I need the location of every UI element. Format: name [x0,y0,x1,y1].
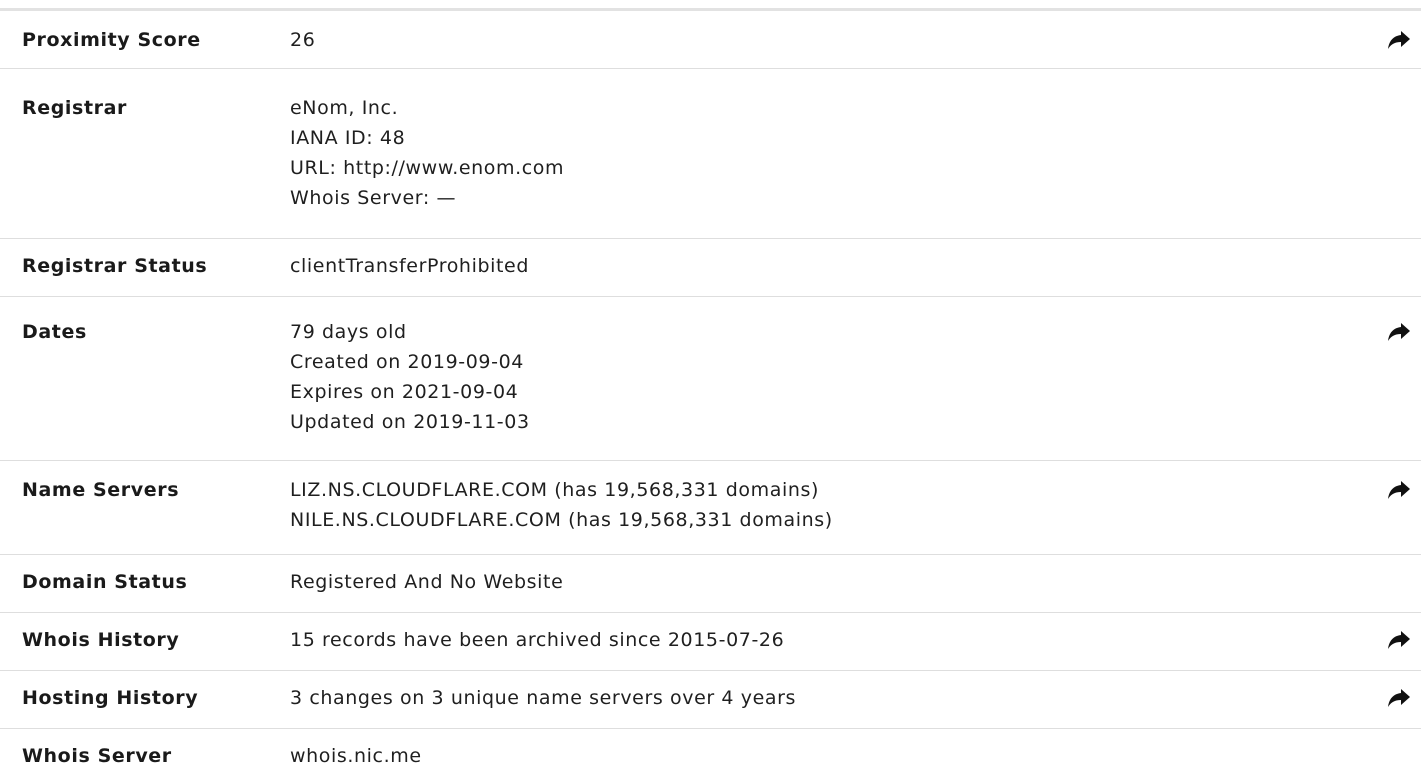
table-row-whois-history: Whois History 15 records have been archi… [0,613,1421,671]
value-line: 3 changes on 3 unique name servers over … [290,687,797,709]
table-row-domain-status: Domain Status Registered And No Website [0,555,1421,613]
value-line: 79 days old [290,321,407,343]
table-row-proximity-score: Proximity Score 26 [0,11,1421,69]
share-arrow-icon [1388,323,1410,341]
table-row-registrar-status: Registrar Status clientTransferProhibite… [0,239,1421,297]
share-arrow-icon [1388,31,1410,49]
value-line: NILE.NS.CLOUDFLARE.COM (has 19,568,331 d… [290,509,833,531]
row-value: 3 changes on 3 unique name servers over … [290,683,1421,713]
row-label: Hosting History [22,687,199,709]
table-row-hosting-history: Hosting History 3 changes on 3 unique na… [0,671,1421,729]
value-line: 26 [290,29,316,51]
row-label: Proximity Score [22,29,201,51]
row-value: 79 days old Created on 2019-09-04 Expire… [290,317,1421,437]
value-line: 15 records have been archived since 2015… [290,629,785,651]
value-line: IANA ID: 48 [290,127,406,149]
share-arrow-icon [1388,631,1410,649]
value-line: Registered And No Website [290,571,564,593]
row-label: Name Servers [22,479,180,501]
value-line: Created on 2019-09-04 [290,351,524,373]
row-value: eNom, Inc. IANA ID: 48 URL: http://www.e… [290,93,1421,213]
share-arrow-icon [1388,481,1410,499]
value-line: Updated on 2019-11-03 [290,411,530,433]
table-row-registrar: Registrar eNom, Inc. IANA ID: 48 URL: ht… [0,69,1421,239]
whois-details-table: Proximity Score 26 Registrar eNom, Inc. … [0,11,1421,769]
row-label: Whois History [22,629,180,651]
value-line: LIZ.NS.CLOUDFLARE.COM (has 19,568,331 do… [290,479,820,501]
value-line: clientTransferProhibited [290,255,529,277]
value-line: Whois Server: — [290,187,457,209]
row-value: clientTransferProhibited [290,251,1421,281]
table-row-dates: Dates 79 days old Created on 2019-09-04 … [0,297,1421,461]
value-line: URL: http://www.enom.com [290,157,565,179]
row-value: Registered And No Website [290,567,1421,597]
table-row-name-servers: Name Servers LIZ.NS.CLOUDFLARE.COM (has … [0,461,1421,555]
row-value: 26 [290,25,1421,55]
value-line: Expires on 2021-09-04 [290,381,519,403]
row-label: Registrar Status [22,255,208,277]
row-label: Dates [22,321,87,343]
share-button[interactable] [1377,475,1421,505]
row-label: Registrar [22,97,127,119]
share-button[interactable] [1377,25,1421,55]
row-label: Domain Status [22,571,188,593]
share-button[interactable] [1377,625,1421,655]
share-button[interactable] [1377,683,1421,713]
share-button[interactable] [1377,317,1421,347]
row-value: LIZ.NS.CLOUDFLARE.COM (has 19,568,331 do… [290,475,1421,535]
share-arrow-icon [1388,689,1410,707]
value-line: eNom, Inc. [290,97,399,119]
row-value: 15 records have been archived since 2015… [290,625,1421,655]
table-row-whois-server: Whois Server whois.nic.me [0,729,1421,769]
